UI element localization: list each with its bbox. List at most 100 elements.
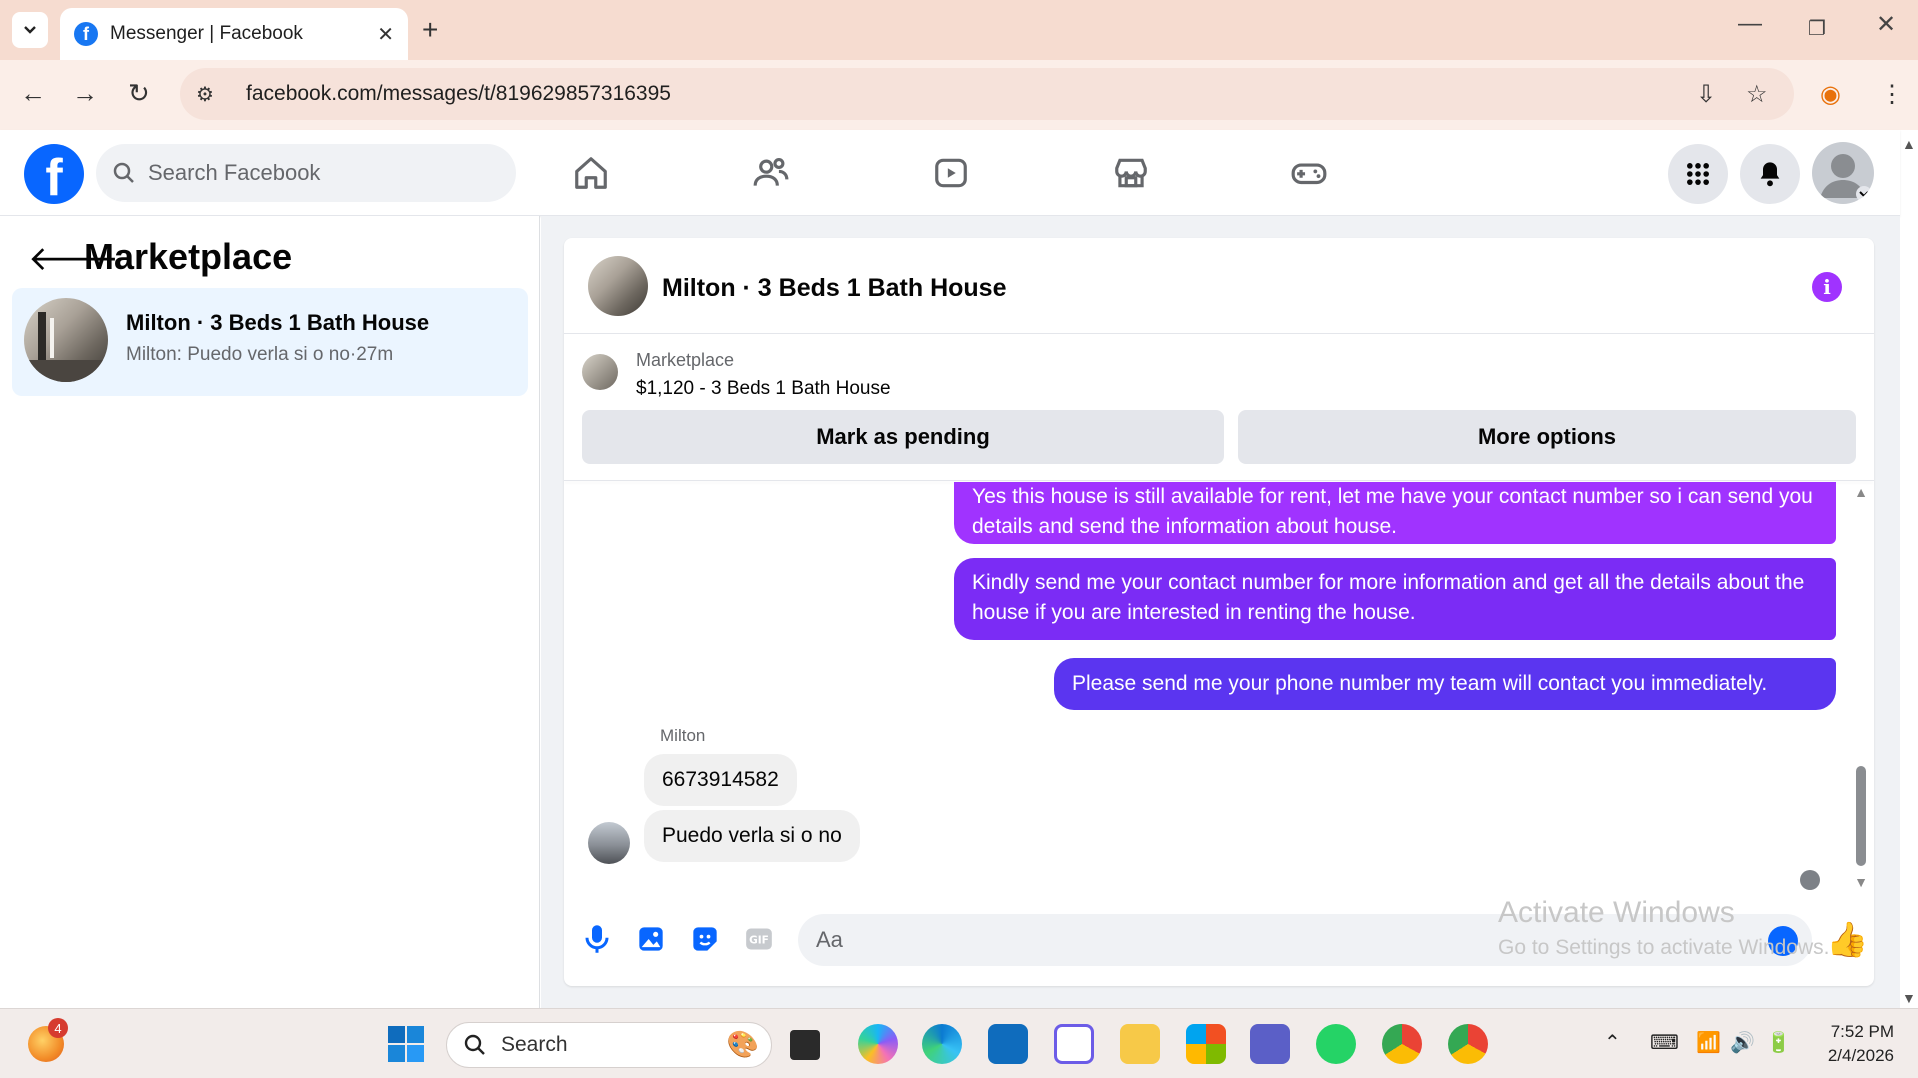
incoming-message[interactable]: Puedo verla si o no (644, 810, 860, 862)
chrome-profile-m-icon[interactable] (1382, 1024, 1422, 1064)
restore-window-button[interactable]: ❐ (1808, 16, 1826, 41)
voice-clip-button[interactable] (580, 922, 614, 956)
clock-time: 7:52 PM (1830, 1022, 1894, 1041)
gif-icon: GIF (746, 928, 772, 950)
sticker-icon (693, 927, 717, 951)
task-view-icon[interactable] (790, 1030, 820, 1060)
thumbs-up-like-icon[interactable]: 👍 (1826, 920, 1868, 960)
activate-windows-watermark: Activate Windows Go to Settings to activ… (1498, 896, 1830, 960)
gif-button[interactable]: GIF (742, 922, 776, 956)
chat-scrollbar-thumb[interactable] (1856, 766, 1866, 866)
install-app-icon[interactable]: ⇩ (1696, 80, 1716, 109)
notifications-button[interactable] (1740, 144, 1800, 204)
chrome-profile-icon[interactable] (1448, 1024, 1488, 1064)
home-icon (575, 157, 607, 189)
nav-marketplace[interactable] (1106, 150, 1156, 196)
scroll-down-arrow-icon[interactable]: ▼ (1854, 874, 1868, 890)
address-bar[interactable]: ⚙ facebook.com/messages/t/81962985731639… (180, 68, 1794, 120)
conversation-item[interactable]: Milton · 3 Beds 1 Bath House Milton: Pue… (12, 288, 528, 396)
bookmark-star-icon[interactable]: ☆ (1746, 80, 1768, 109)
outgoing-message[interactable]: Yes this house is still available for re… (954, 482, 1836, 544)
clock-date: 2/4/2026 (1827, 1046, 1894, 1065)
nav-home[interactable] (566, 150, 616, 196)
browser-menu-icon[interactable]: ⋮ (1880, 80, 1904, 109)
microsoft-store-icon[interactable] (1186, 1024, 1226, 1064)
profile-icon[interactable]: ◉ (1820, 80, 1841, 109)
menu-button[interactable] (1668, 144, 1728, 204)
minimize-window-button[interactable]: — (1738, 10, 1762, 38)
svg-text:GIF: GIF (749, 935, 769, 947)
close-window-button[interactable]: ✕ (1876, 10, 1896, 39)
mark-as-pending-button[interactable]: Mark as pending (582, 410, 1224, 464)
more-options-button[interactable]: More options (1238, 410, 1856, 464)
chat-title[interactable]: Milton · 3 Beds 1 Bath House (662, 274, 1006, 303)
watermark-line-1: Activate Windows (1498, 896, 1735, 929)
facebook-search-input[interactable]: Search Facebook (96, 144, 516, 202)
close-tab-icon[interactable]: ✕ (377, 22, 394, 47)
battery-icon[interactable]: 🔋 (1766, 1030, 1791, 1055)
attach-photo-button[interactable] (634, 922, 668, 956)
tab-title: Messenger | Facebook (110, 23, 303, 44)
search-placeholder: Search Facebook (148, 160, 321, 185)
facebook-logo[interactable]: f (24, 144, 84, 204)
browser-tab[interactable]: f Messenger | Facebook ✕ (60, 8, 408, 60)
listing-thumbnail (24, 298, 108, 382)
page-scroll-up-icon[interactable]: ▲ (1902, 136, 1916, 152)
site-info-icon[interactable]: ⚙ (196, 82, 226, 107)
whatsapp-icon[interactable] (1316, 1024, 1356, 1064)
new-tab-button[interactable]: + (422, 14, 438, 46)
seen-indicator-avatar (1800, 870, 1820, 890)
file-explorer-icon[interactable] (1120, 1024, 1160, 1064)
paint-palette-icon: 🎨 (726, 1029, 759, 1059)
sender-avatar[interactable] (588, 822, 630, 864)
taskbar-search-label: Search (501, 1033, 568, 1056)
watermark-line-2: Go to Settings to activate Windows. (1498, 936, 1830, 959)
tab-search-button[interactable] (12, 12, 48, 48)
taskbar-search[interactable]: Search 🎨 (446, 1022, 772, 1068)
notification-badge: 4 (48, 1018, 68, 1038)
back-button[interactable]: ← (20, 78, 46, 109)
outlook-icon[interactable] (988, 1024, 1028, 1064)
outgoing-message[interactable]: Kindly send me your contact number for m… (954, 558, 1836, 640)
facebook-favicon-icon: f (74, 22, 98, 46)
browser-tab-strip: f Messenger | Facebook ✕ + — ❐ ✕ (0, 0, 1918, 60)
sticker-button[interactable] (688, 922, 722, 956)
listing-title[interactable]: $1,120 - 3 Beds 1 Bath House (636, 378, 891, 400)
page-scroll-down-icon[interactable]: ▼ (1902, 990, 1916, 1006)
chat-header: Milton · 3 Beds 1 Bath House i (564, 238, 1874, 334)
gaming-icon (1291, 163, 1327, 185)
search-icon (464, 1034, 485, 1055)
show-hidden-icons-chevron-up-icon[interactable]: ⌃ (1604, 1030, 1621, 1055)
chevron-down-icon (24, 26, 36, 34)
sender-name: Milton (660, 726, 706, 745)
chat-listing-thumbnail[interactable] (588, 256, 648, 316)
nav-friends[interactable] (746, 150, 796, 196)
reload-button[interactable]: ↻ (128, 78, 150, 109)
panel-title: Marketplace (84, 236, 293, 277)
chat-window: Milton · 3 Beds 1 Bath House i Marketpla… (564, 238, 1874, 986)
incoming-message[interactable]: 6673914582 (644, 754, 797, 806)
wifi-icon[interactable]: 📶 (1696, 1030, 1721, 1055)
friends-icon (753, 157, 789, 186)
volume-icon[interactable]: 🔊 (1730, 1030, 1755, 1055)
snipping-tool-icon[interactable] (1054, 1024, 1094, 1064)
nav-gaming[interactable] (1284, 150, 1334, 196)
marketplace-label: Marketplace (636, 350, 735, 370)
edge-browser-icon[interactable] (922, 1024, 962, 1064)
keyboard-icon[interactable]: ⌨ (1650, 1030, 1679, 1055)
nav-video[interactable] (926, 150, 976, 196)
outgoing-message[interactable]: Please send me your phone number my team… (1054, 658, 1836, 710)
forward-button[interactable]: → (72, 78, 98, 109)
account-avatar[interactable] (1812, 142, 1874, 204)
scroll-up-arrow-icon[interactable]: ▲ (1854, 484, 1868, 500)
windows-logo-icon (388, 1026, 424, 1062)
search-icon (113, 162, 134, 183)
teams-icon[interactable] (1250, 1024, 1290, 1064)
info-icon[interactable]: i (1812, 272, 1842, 302)
microphone-icon (585, 925, 609, 953)
start-button[interactable] (386, 1024, 426, 1064)
photo-icon (639, 927, 663, 951)
copilot-icon[interactable] (858, 1024, 898, 1064)
conversation-name: Milton · 3 Beds 1 Bath House (126, 310, 430, 335)
taskbar-clock[interactable]: 7:52 PM 2/4/2026 (1800, 1020, 1894, 1068)
